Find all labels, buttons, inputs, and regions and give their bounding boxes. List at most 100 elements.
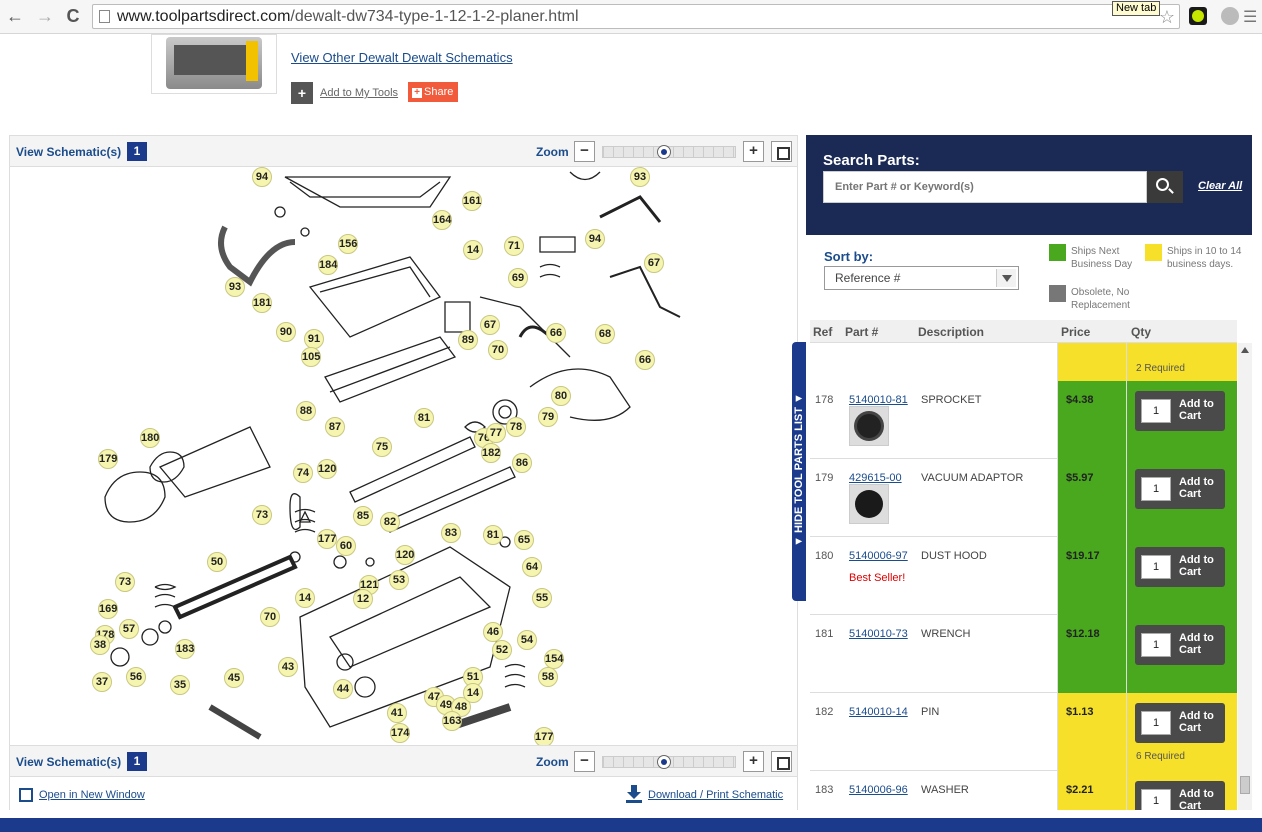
extension-icon[interactable] [1189,7,1207,25]
callout-38[interactable]: 38 [90,635,110,655]
callout-55[interactable]: 55 [532,588,552,608]
callout-67[interactable]: 67 [644,253,664,273]
callout-120[interactable]: 120 [395,545,415,565]
zoom-in-button-bottom[interactable]: + [743,751,764,772]
zoom-in-button[interactable]: + [743,141,764,162]
callout-79[interactable]: 79 [538,407,558,427]
callout-88[interactable]: 88 [296,401,316,421]
callout-37[interactable]: 37 [92,672,112,692]
zoom-out-button[interactable]: − [574,141,595,162]
callout-82[interactable]: 82 [380,512,400,532]
col-part[interactable]: Part # [845,325,878,339]
quantity-input[interactable]: 1 [1141,711,1171,735]
callout-69[interactable]: 69 [508,268,528,288]
part-number-link[interactable]: 5140010-14 [849,706,908,718]
schematic-count-badge[interactable]: 1 [127,142,147,161]
callout-68[interactable]: 68 [595,324,615,344]
quantity-input[interactable]: 1 [1141,555,1171,579]
add-to-cart-button[interactable]: 1 Add to Cart [1135,625,1225,665]
callout-87[interactable]: 87 [325,417,345,437]
callout-182[interactable]: 182 [481,443,501,463]
callout-44[interactable]: 44 [333,679,353,699]
callout-154[interactable]: 154 [544,649,564,669]
callout-164[interactable]: 164 [432,210,452,230]
part-number-link[interactable]: 429615-00 [849,472,902,484]
schematic-count-badge-bottom[interactable]: 1 [127,752,147,771]
callout-67[interactable]: 67 [480,315,500,335]
download-print-link[interactable]: Download / Print Schematic [648,789,783,801]
callout-90[interactable]: 90 [276,322,296,342]
callout-177[interactable]: 177 [534,727,554,745]
callout-93[interactable]: 93 [630,167,650,187]
search-button[interactable] [1147,171,1183,203]
callout-75[interactable]: 75 [372,437,392,457]
schematic-diagram[interactable]: 94 161 164 93 156 14 71 184 67 69 94 93 181 90 89 91 105… [10,167,797,745]
zoom-reset-button[interactable] [771,141,792,162]
add-to-cart-button[interactable]: 1 Add to Cart [1135,391,1225,431]
zoom-reset-button-bottom[interactable] [771,751,792,772]
callout-179[interactable]: 179 [98,449,118,469]
callout-181[interactable]: 181 [252,293,272,313]
quantity-input[interactable]: 1 [1141,789,1171,810]
add-to-cart-button[interactable]: 1 Add to Cart [1135,469,1225,509]
callout-177[interactable]: 177 [317,529,337,549]
callout-41[interactable]: 41 [387,703,407,723]
callout-163[interactable]: 163 [442,711,462,731]
callout-73[interactable]: 73 [115,572,135,592]
back-icon[interactable]: ← [4,5,26,27]
callout-81[interactable]: 81 [483,525,503,545]
callout-161[interactable]: 161 [462,191,482,211]
callout-169[interactable]: 169 [98,599,118,619]
bookmark-star-icon[interactable]: ☆ [1159,7,1175,28]
callout-64[interactable]: 64 [522,557,542,577]
open-new-window-icon[interactable] [19,788,33,802]
callout-57[interactable]: 57 [119,619,139,639]
view-schematics-label[interactable]: View Schematic(s) [16,145,121,159]
menu-icon[interactable]: ☰ [1243,7,1259,26]
callout-80[interactable]: 80 [551,386,571,406]
callout-94[interactable]: 94 [252,167,272,187]
callout-93[interactable]: 93 [225,277,245,297]
callout-14[interactable]: 14 [295,588,315,608]
callout-35[interactable]: 35 [170,675,190,695]
part-number-link[interactable]: 5140006-97 [849,550,908,562]
sort-select[interactable]: Reference # [824,266,1019,290]
zoom-slider[interactable] [602,145,736,159]
callout-81[interactable]: 81 [414,408,434,428]
callout-86[interactable]: 86 [512,453,532,473]
hide-parts-list-tab[interactable]: ▼ HIDE TOOL PARTS LIST ▼ [792,342,806,601]
callout-54[interactable]: 54 [517,630,537,650]
callout-45[interactable]: 45 [224,668,244,688]
scroll-thumb[interactable] [1240,776,1250,794]
view-other-schematics-link[interactable]: View Other Dewalt Dewalt Schematics [291,50,513,65]
callout-156[interactable]: 156 [338,234,358,254]
quantity-input[interactable]: 1 [1141,477,1171,501]
url-text[interactable]: www.toolpartsdirect.com/dewalt-dw734-typ… [117,8,579,26]
download-icon[interactable] [626,785,642,803]
callout-183[interactable]: 183 [175,639,195,659]
callout-50[interactable]: 50 [207,552,227,572]
parts-scrollbar[interactable] [1238,343,1252,810]
part-number-link[interactable]: 5140006-96 [849,784,908,796]
part-number-link[interactable]: 5140010-73 [849,628,908,640]
forward-icon[interactable]: → [34,5,56,27]
callout-184[interactable]: 184 [318,255,338,275]
callout-60[interactable]: 60 [336,536,356,556]
callout-14[interactable]: 14 [463,683,483,703]
view-schematics-label-bottom[interactable]: View Schematic(s) [16,755,121,769]
zoom-slider-thumb-bottom[interactable] [657,755,671,769]
callout-53[interactable]: 53 [389,570,409,590]
callout-89[interactable]: 89 [458,330,478,350]
callout-94[interactable]: 94 [585,229,605,249]
callout-14[interactable]: 14 [463,240,483,260]
callout-120[interactable]: 120 [317,459,337,479]
callout-74[interactable]: 74 [293,463,313,483]
reload-icon[interactable]: C [62,5,84,27]
col-desc[interactable]: Description [918,325,984,339]
address-bar[interactable]: www.toolpartsdirect.com/dewalt-dw734-typ… [92,4,1180,29]
callout-70[interactable]: 70 [260,607,280,627]
add-to-cart-button[interactable]: 1 Add to Cart [1135,781,1225,810]
zoom-slider-thumb[interactable] [657,145,671,159]
callout-46[interactable]: 46 [483,622,503,642]
callout-65[interactable]: 65 [514,530,534,550]
